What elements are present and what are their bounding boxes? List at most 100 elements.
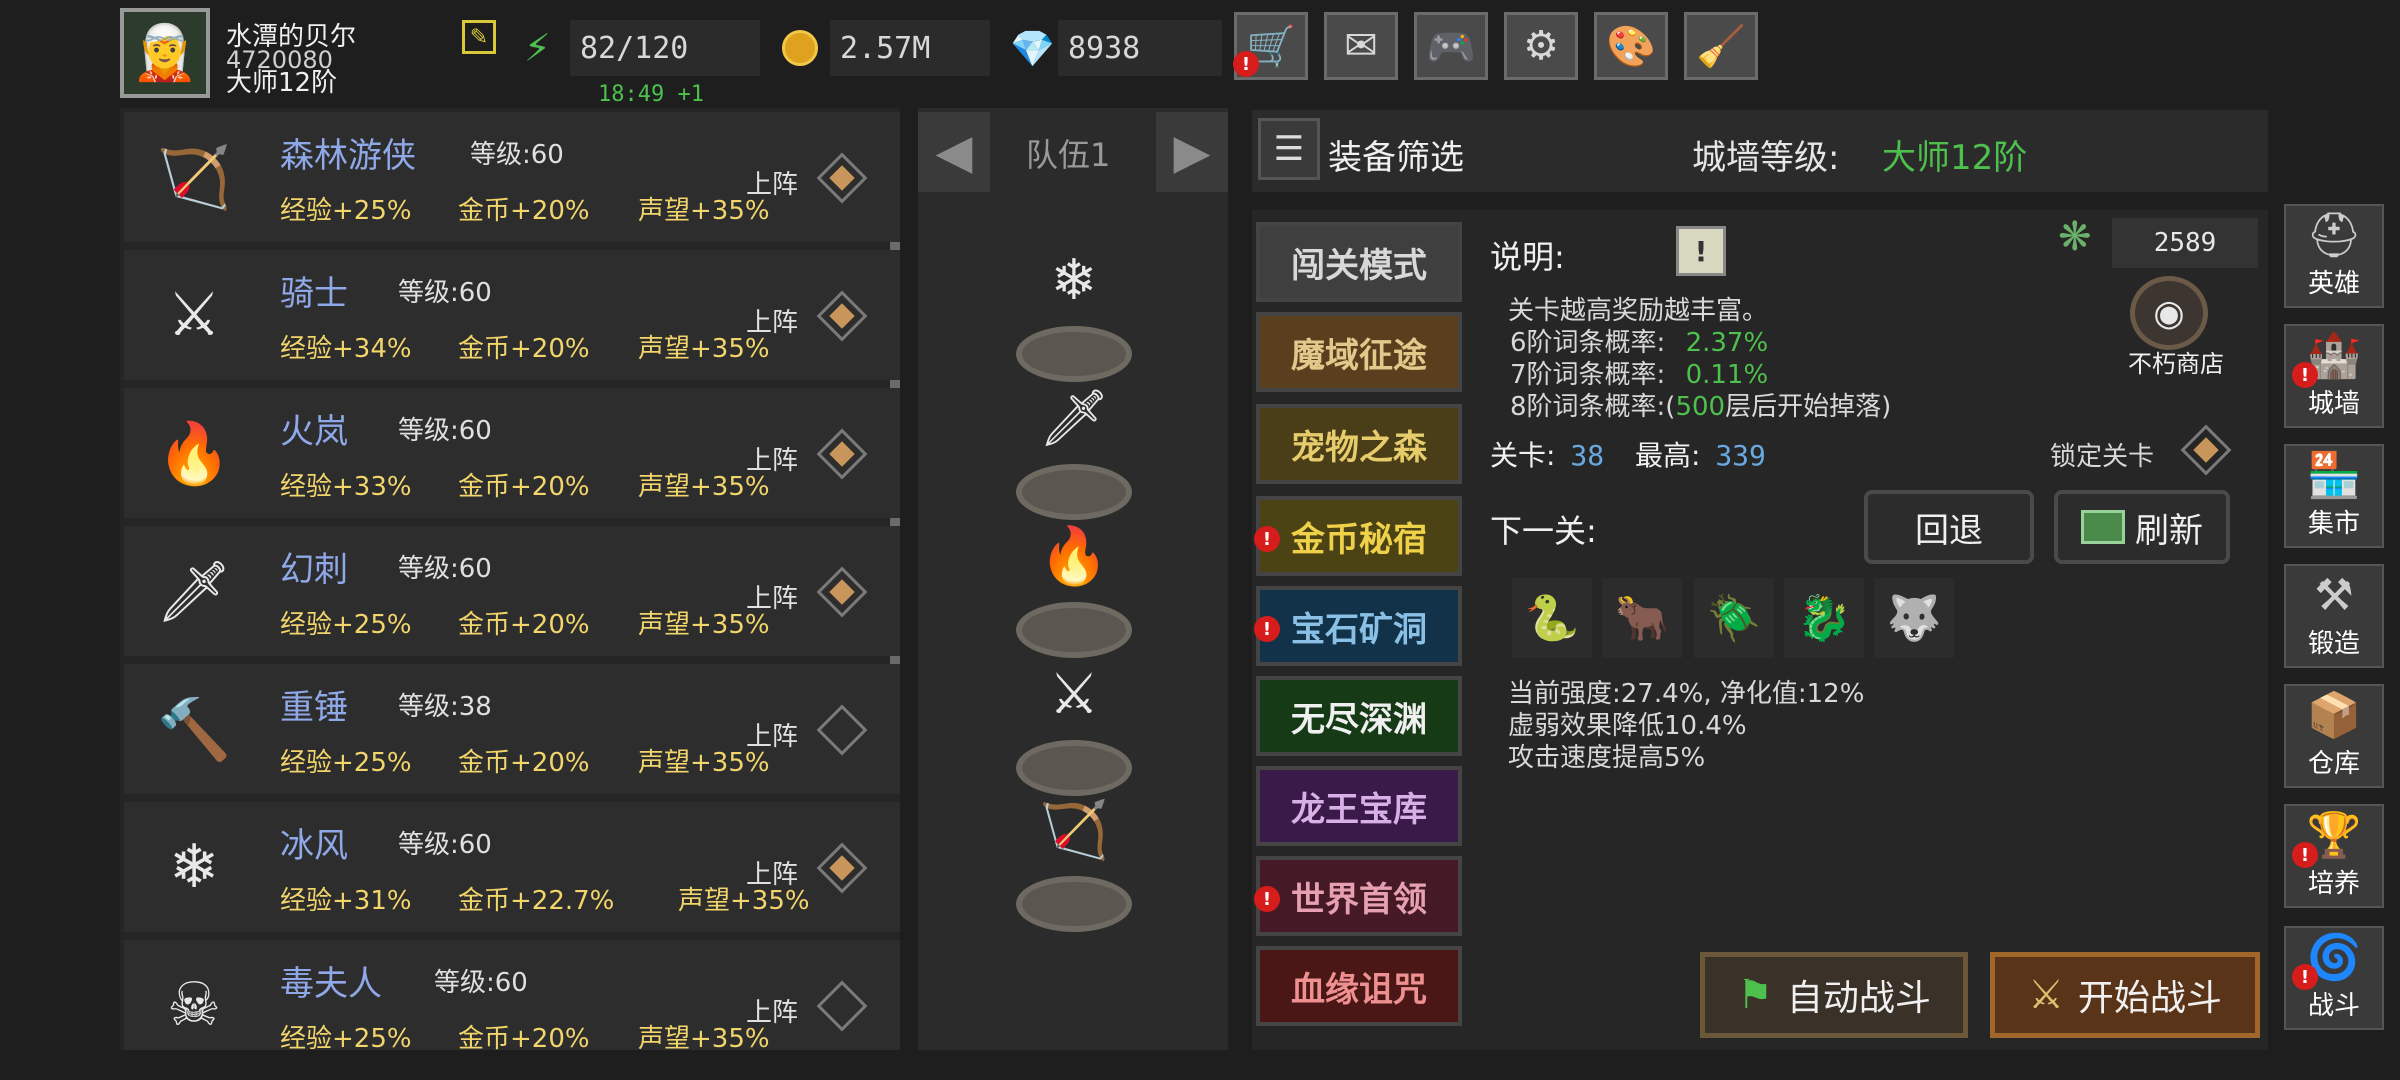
info-title: 说明: [1490,238,1565,276]
side-menu-chest[interactable]: 📦 仓库 [2284,684,2384,788]
hero-gold-bonus: 金币+20% [458,748,590,778]
mode-button[interactable]: 魔域征途 [1256,312,1462,392]
side-menu-label: 仓库 [2307,749,2360,779]
gold-value: 2.57M [830,20,990,76]
team-member-sprite-icon[interactable]: ❄ [1034,230,1114,330]
hero-row[interactable]: ⚔ 骑士 等级:60 经验+34% 金币+20% 声望+35% 上阵 [124,250,900,380]
mode-label: 世界首领 [1291,879,1427,920]
hero-name: 毒夫人 [280,964,382,1004]
start-battle-button[interactable]: ⚔ 开始战斗 [1990,952,2260,1038]
side-menu-label: 城墙 [2307,389,2360,419]
next-stage-enemy-icon[interactable]: 🐂 [1602,578,1682,658]
hero-deploy-label: 上阵 [746,446,799,476]
side-menu-castle[interactable]: 🏰 城墙! [2284,324,2384,428]
team-member-sprite-icon[interactable]: 🏹 [1034,780,1114,880]
hero-deploy-toggle[interactable] [816,152,868,204]
hero-name: 重锤 [280,688,348,728]
back-button[interactable]: 回退 [1864,490,2034,564]
hero-name: 森林游侠 [280,136,416,176]
mode-label: 宝石矿洞 [1291,609,1427,650]
team-member-sprite-icon[interactable]: 🗡 [1034,368,1114,468]
hero-deploy-toggle[interactable] [816,980,868,1032]
mode-button[interactable]: 世界首领! [1254,856,1462,936]
hero-sprite-icon: ☠ [167,970,221,1040]
immortal-shop-label[interactable]: 不朽商店 [2128,344,2224,379]
player-avatar[interactable]: 🧝 [120,8,210,98]
hero-deploy-label: 上阵 [746,308,799,338]
refresh-button[interactable]: 刷新 [2054,490,2230,564]
hero-level: 等级:60 [398,830,492,860]
energy-icon: ⚡ [524,26,551,70]
team-label: 队伍1 [1026,136,1111,174]
side-menu-label: 培养 [2307,869,2360,899]
best-label: 最高: [1634,439,1701,472]
next-stage-enemy-icon[interactable]: 🐺 [1874,578,1954,658]
mail-icon[interactable]: ✉ [1324,12,1398,80]
filter-menu-icon[interactable]: ☰ [1258,118,1320,180]
gear-icon[interactable]: ⚙ [1504,12,1578,80]
side-menu-chalice[interactable]: 🏆 培养! [2284,804,2384,908]
mode-button[interactable]: 金币秘宿! [1254,496,1462,576]
immortal-shop-icon[interactable]: ◉ [2130,276,2208,350]
next-stage-enemy-icon[interactable]: 🐍 [1512,578,1592,658]
team-member-sprite-icon[interactable]: 🔥 [1034,506,1114,606]
mode-label: 闯关模式 [1291,245,1427,286]
hero-row[interactable]: 🔥 火岚 等级:60 经验+33% 金币+20% 声望+35% 上阵 [124,388,900,518]
mode-label: 血缘诅咒 [1291,969,1427,1010]
side-menu-anvil[interactable]: ⚒ 锻造 [2284,564,2384,668]
next-stage-enemy-icon[interactable]: 🐉 [1784,578,1864,658]
hero-row[interactable]: ☠ 毒夫人 等级:60 经验+25% 金币+20% 声望+35% 上阵 [124,940,900,1054]
broom-icon[interactable]: 🧹 [1684,12,1758,80]
hero-deploy-toggle[interactable] [816,704,868,756]
wall-level-value: 大师12阶 [1882,138,2028,178]
hero-row[interactable]: 🔨 重锤 等级:38 经验+25% 金币+20% 声望+35% 上阵 [124,664,900,794]
mode-button[interactable]: 宠物之森 [1256,404,1462,484]
hero-row[interactable]: 🗡 幻刺 等级:60 经验+25% 金币+20% 声望+35% 上阵 [124,526,900,656]
mode-button[interactable]: 宝石矿洞! [1254,586,1462,666]
team-slot-pedestal[interactable] [1016,876,1132,932]
lock-stage-label: 锁定关卡 [2050,442,2155,472]
hero-sprite-icon: ❄ [168,832,220,902]
gamepad-icon[interactable]: 🎮 [1414,12,1488,80]
equipment-filter-label[interactable]: 装备筛选 [1328,130,1464,179]
next-stage-enemy-icon[interactable]: 🪲 [1694,578,1774,658]
hero-deploy-label: 上阵 [746,998,799,1028]
side-menu-market[interactable]: 🏪 集市 [2284,444,2384,548]
hero-sprite-icon: 🗡 [155,556,233,627]
mode-button[interactable]: 无尽深渊 [1256,676,1462,756]
info-hint-icon[interactable]: ! [1676,226,1726,276]
hero-row[interactable]: ❄ 冰风 等级:60 经验+31% 金币+22.7% 声望+35% 上阵 [124,802,900,932]
hero-deploy-toggle[interactable] [816,842,868,894]
hero-exp-bonus: 经验+25% [280,748,412,778]
strength-text: 当前强度:27.4%, 净化值:12% [1508,679,1865,709]
helmet-icon: ⛑ [2306,210,2362,261]
team-next-button[interactable]: ▶ [1156,112,1228,192]
hero-level: 等级:60 [470,140,564,170]
hero-sprite-icon: ⚔ [167,280,221,350]
hero-row[interactable]: 🏹 森林游侠 等级:60 经验+25% 金币+20% 声望+35% 上阵 [124,112,900,242]
hero-deploy-toggle[interactable] [816,566,868,618]
stage-row: 关卡: 38 最高: 339 [1490,434,1766,474]
team-prev-button[interactable]: ◀ [918,112,990,192]
shop-cart-icon[interactable]: 🛒 ! [1233,12,1308,80]
palette-icon[interactable]: 🎨 [1594,12,1668,80]
mode-label: 金币秘宿 [1291,519,1427,560]
stage-label: 关卡: [1490,439,1556,472]
mode-button[interactable]: 血缘诅咒 [1256,946,1462,1026]
mode-button[interactable]: 闯关模式 [1256,222,1462,302]
hero-deploy-toggle[interactable] [816,290,868,342]
side-menu-helmet[interactable]: ⛑ 英雄 [2284,204,2384,308]
auto-battle-button[interactable]: ⚑ 自动战斗 [1700,952,1968,1038]
alert-icon: ! [2292,842,2318,868]
hero-level: 等级:60 [398,554,492,584]
side-menu-portal[interactable]: 🌀 战斗! [2284,926,2384,1030]
mode-button[interactable]: 龙王宝库 [1256,766,1462,846]
rename-icon[interactable]: ✎ [462,20,496,54]
hero-deploy-toggle[interactable] [816,428,868,480]
hero-sprite-icon: 🔥 [156,418,232,489]
hero-name: 幻刺 [280,550,348,590]
hero-deploy-label: 上阵 [746,170,799,200]
mode-label: 龙王宝库 [1291,789,1427,830]
hero-deploy-label: 上阵 [746,584,799,614]
team-member-sprite-icon[interactable]: ⚔ [1034,644,1114,744]
